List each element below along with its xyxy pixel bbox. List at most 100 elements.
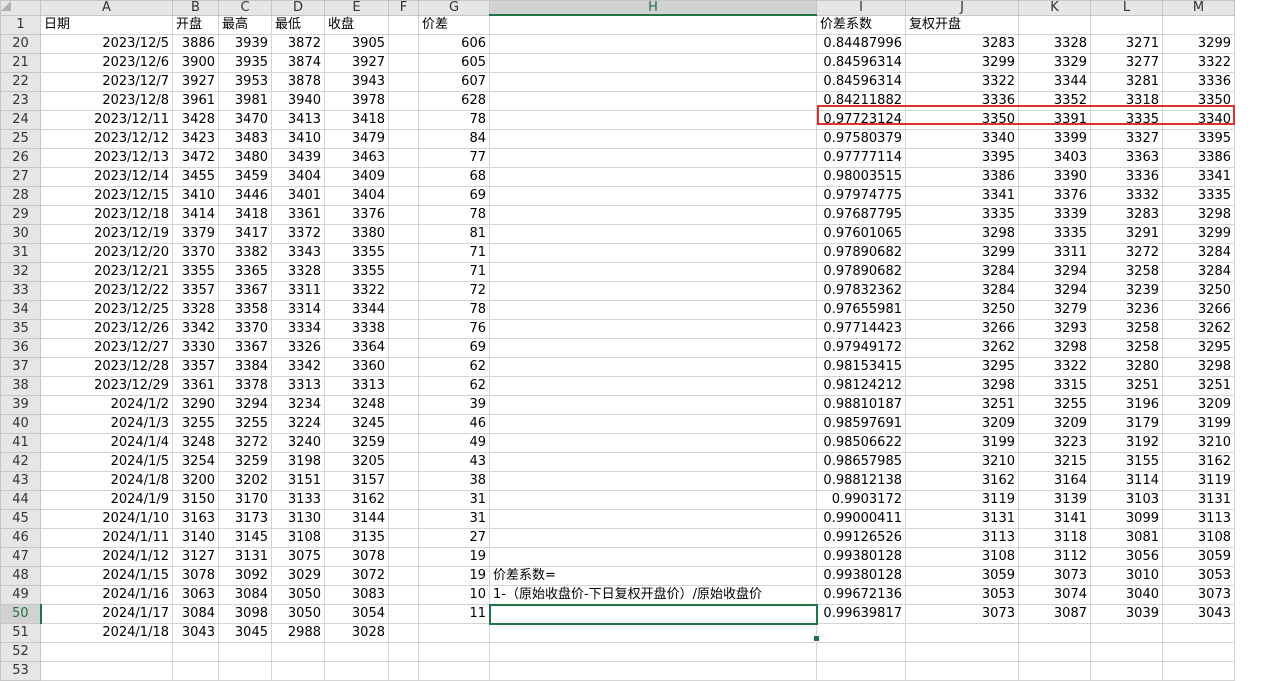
cell-f37[interactable] (388, 357, 419, 377)
cell-f22[interactable] (388, 72, 419, 92)
row-header-53[interactable]: 53 (0, 661, 41, 681)
cell-k42[interactable]: 3215 (1018, 452, 1091, 472)
row-header-42[interactable]: 42 (0, 452, 41, 472)
row-header-41[interactable]: 41 (0, 433, 41, 453)
cell-l48[interactable]: 3010 (1090, 566, 1163, 586)
cell-c33[interactable]: 3367 (218, 281, 272, 301)
column-header-j[interactable]: J (905, 0, 1019, 16)
cell-i23[interactable]: 0.84211882 (816, 91, 906, 111)
cell-i22[interactable]: 0.84596314 (816, 72, 906, 92)
cell-k48[interactable]: 3073 (1018, 566, 1091, 586)
column-header-a[interactable]: A (40, 0, 173, 16)
cell-j20[interactable]: 3283 (905, 34, 1019, 54)
cell-h41[interactable] (489, 433, 817, 453)
cell-l29[interactable]: 3283 (1090, 205, 1163, 225)
cell-g1[interactable]: 价差 (418, 14, 490, 35)
cell-c42[interactable]: 3259 (218, 452, 272, 472)
cell-e31[interactable]: 3355 (324, 243, 389, 263)
cell-k30[interactable]: 3335 (1018, 224, 1091, 244)
cell-a37[interactable]: 2023/12/28 (40, 357, 173, 377)
cell-m39[interactable]: 3209 (1162, 395, 1235, 415)
cell-l22[interactable]: 3281 (1090, 72, 1163, 92)
cell-l52[interactable] (1090, 642, 1163, 662)
cell-j47[interactable]: 3108 (905, 547, 1019, 567)
cell-b36[interactable]: 3330 (172, 338, 219, 358)
cell-d37[interactable]: 3342 (271, 357, 325, 377)
cell-m21[interactable]: 3322 (1162, 53, 1235, 73)
cell-e49[interactable]: 3083 (324, 585, 389, 605)
cell-k36[interactable]: 3298 (1018, 338, 1091, 358)
cell-e22[interactable]: 3943 (324, 72, 389, 92)
cell-c34[interactable]: 3358 (218, 300, 272, 320)
cell-b42[interactable]: 3254 (172, 452, 219, 472)
cell-c31[interactable]: 3382 (218, 243, 272, 263)
cell-l32[interactable]: 3258 (1090, 262, 1163, 282)
cell-h50[interactable] (488, 603, 818, 625)
cell-k34[interactable]: 3279 (1018, 300, 1091, 320)
column-header-h[interactable]: H (489, 0, 817, 16)
cell-e26[interactable]: 3463 (324, 148, 389, 168)
cell-k38[interactable]: 3315 (1018, 376, 1091, 396)
cell-j28[interactable]: 3341 (905, 186, 1019, 206)
cell-g35[interactable]: 76 (418, 319, 490, 339)
cell-h31[interactable] (489, 243, 817, 263)
cell-h28[interactable] (489, 186, 817, 206)
cell-c43[interactable]: 3202 (218, 471, 272, 491)
cell-a22[interactable]: 2023/12/7 (40, 72, 173, 92)
cell-a40[interactable]: 2024/1/3 (40, 414, 173, 434)
cell-m30[interactable]: 3299 (1162, 224, 1235, 244)
row-header-47[interactable]: 47 (0, 547, 41, 567)
cell-b41[interactable]: 3248 (172, 433, 219, 453)
cell-i37[interactable]: 0.98153415 (816, 357, 906, 377)
column-header-m[interactable]: M (1162, 0, 1235, 16)
cell-j22[interactable]: 3322 (905, 72, 1019, 92)
cell-k44[interactable]: 3139 (1018, 490, 1091, 510)
cell-h33[interactable] (489, 281, 817, 301)
cell-m24[interactable]: 3340 (1162, 110, 1235, 130)
row-header-22[interactable]: 22 (0, 72, 41, 92)
cell-h44[interactable] (489, 490, 817, 510)
cell-h23[interactable] (489, 91, 817, 111)
cell-k29[interactable]: 3339 (1018, 205, 1091, 225)
column-header-g[interactable]: G (418, 0, 490, 16)
cell-h29[interactable] (489, 205, 817, 225)
cell-e25[interactable]: 3479 (324, 129, 389, 149)
row-header-40[interactable]: 40 (0, 414, 41, 434)
cell-d51[interactable]: 2988 (271, 623, 325, 643)
cell-a23[interactable]: 2023/12/8 (40, 91, 173, 111)
cell-i34[interactable]: 0.97655981 (816, 300, 906, 320)
cell-c36[interactable]: 3367 (218, 338, 272, 358)
cell-f21[interactable] (388, 53, 419, 73)
row-header-50[interactable]: 50 (0, 604, 42, 624)
cell-h51[interactable] (489, 623, 817, 643)
cell-h37[interactable] (489, 357, 817, 377)
cell-e29[interactable]: 3376 (324, 205, 389, 225)
cell-i28[interactable]: 0.97974775 (816, 186, 906, 206)
cell-c45[interactable]: 3173 (218, 509, 272, 529)
row-header-1[interactable]: 1 (0, 14, 41, 35)
cell-b37[interactable]: 3357 (172, 357, 219, 377)
cell-m52[interactable] (1162, 642, 1235, 662)
cell-j38[interactable]: 3298 (905, 376, 1019, 396)
cell-h36[interactable] (489, 338, 817, 358)
cell-k20[interactable]: 3328 (1018, 34, 1091, 54)
cell-e27[interactable]: 3409 (324, 167, 389, 187)
cell-g48[interactable]: 19 (418, 566, 490, 586)
cell-e52[interactable] (324, 642, 389, 662)
cell-l35[interactable]: 3258 (1090, 319, 1163, 339)
cell-f43[interactable] (388, 471, 419, 491)
cell-a21[interactable]: 2023/12/6 (40, 53, 173, 73)
cell-e32[interactable]: 3355 (324, 262, 389, 282)
cell-c53[interactable] (218, 661, 272, 681)
cell-b40[interactable]: 3255 (172, 414, 219, 434)
cell-b28[interactable]: 3410 (172, 186, 219, 206)
cell-b32[interactable]: 3355 (172, 262, 219, 282)
cell-l27[interactable]: 3336 (1090, 167, 1163, 187)
cell-b21[interactable]: 3900 (172, 53, 219, 73)
cell-l40[interactable]: 3179 (1090, 414, 1163, 434)
cell-f33[interactable] (388, 281, 419, 301)
cell-i1[interactable]: 价差系数 (816, 14, 906, 35)
cell-h22[interactable] (489, 72, 817, 92)
cell-l42[interactable]: 3155 (1090, 452, 1163, 472)
cell-j30[interactable]: 3298 (905, 224, 1019, 244)
